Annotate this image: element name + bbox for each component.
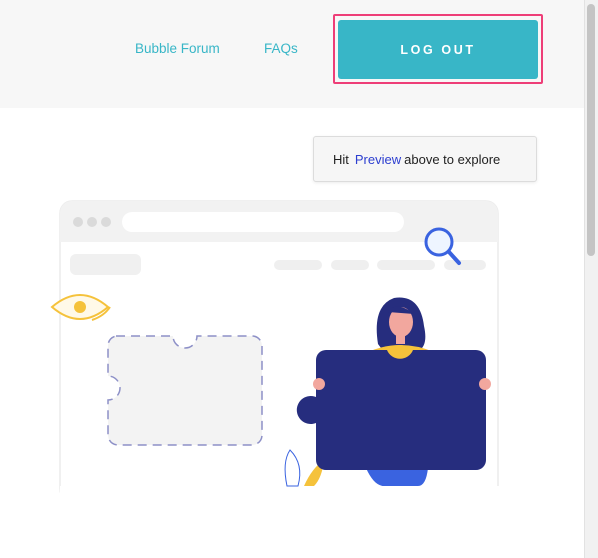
empty-puzzle-slot [107,335,263,446]
scrollbar-thumb[interactable] [587,4,595,256]
navy-puzzle-piece [296,350,491,470]
puzzle-illustration [50,200,500,558]
